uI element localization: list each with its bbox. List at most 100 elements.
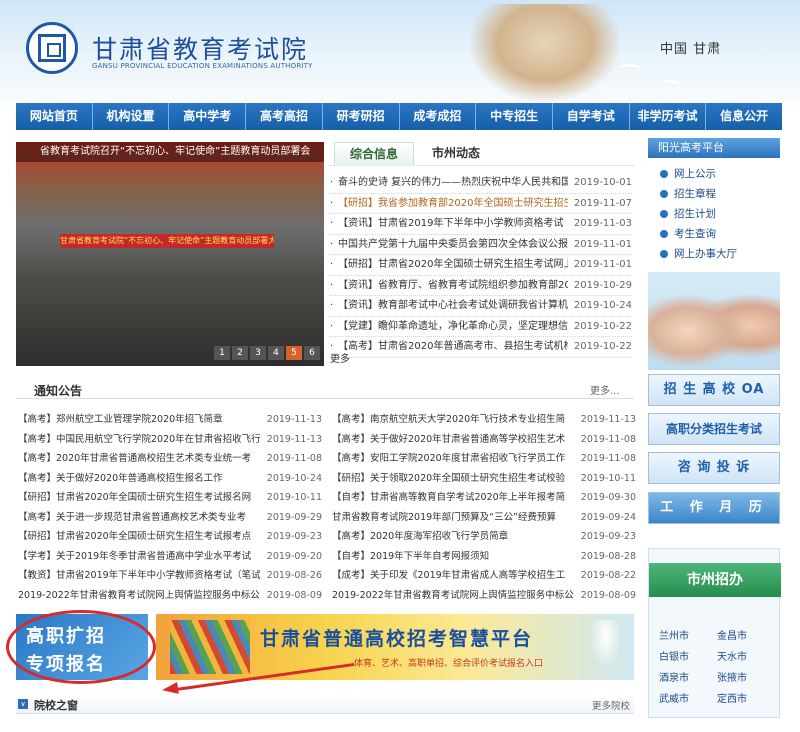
notice-item[interactable]: 【教资】甘肃省2019年下半年中小学教师资格考试（笔试 2019-08-26	[18, 566, 322, 586]
nav-adult-exam[interactable]: 成考成招	[400, 103, 477, 130]
news-item-title[interactable]: 【党建】瞻仰革命遗址，净化革命心灵，坚定理想信念	[338, 317, 568, 337]
news-slideshow[interactable]: 省教育考试院召开“不忘初心、牢记使命”主题教育动员部署会 甘肃省教育考试院“不忘…	[16, 142, 324, 366]
notice-item[interactable]: 【自考】2019年下半年自考网报须知 2019-08-28	[332, 547, 636, 567]
notice-item[interactable]: 【研招】关于领取2020年全国硕士研究生招生考试校验 2019-10-11	[332, 469, 636, 489]
sidebar-link-public-notice[interactable]: 网上公示	[660, 164, 737, 184]
notice-item-title[interactable]: 2019-2022年甘肃省教育考试院网上舆情监控服务中标公	[332, 586, 576, 606]
notice-item[interactable]: 【高考】安阳工学院2020年度甘肃省招收飞行学员工作 2019-11-08	[332, 449, 636, 469]
notice-item[interactable]: 甘肃省教育考试院2019年部门预算及“三公”经费预算 2019-09-24	[332, 508, 636, 528]
notice-item[interactable]: 【高考】关于进一步规范甘肃省普通高校艺术类专业考 2019-09-29	[18, 508, 322, 528]
news-item-title[interactable]: 奋斗的史诗 复兴的伟力——热烈庆祝中华人民共和国	[338, 173, 568, 193]
nav-graduate-exam[interactable]: 研考研招	[323, 103, 400, 130]
nav-self-study-exam[interactable]: 自学考试	[553, 103, 630, 130]
nav-non-degree-exam[interactable]: 非学历考试	[630, 103, 707, 130]
news-item-title[interactable]: 【研招】甘肃省2020年全国硕士研究生招生考试网上	[338, 255, 568, 275]
notice-item[interactable]: 【高考】2020年度海军招收飞行学员简章 2019-09-23	[332, 527, 636, 547]
site-logo[interactable]	[26, 22, 78, 74]
nav-gaokao[interactable]: 高考高招	[246, 103, 323, 130]
notice-item-title[interactable]: 【高考】关于进一步规范甘肃省普通高校艺术类专业考	[18, 508, 262, 528]
notice-item[interactable]: 【高考】中国民用航空飞行学院2020年在甘肃省招收飞行 2019-11-13	[18, 430, 322, 450]
notice-item-title[interactable]: 【研招】甘肃省2020年全国硕士研究生招生考试报名网	[18, 488, 262, 508]
notice-item-title[interactable]: 【高考】南京航空航天大学2020年飞行技术专业招生简	[332, 410, 576, 430]
city-link-zhangye[interactable]: 张掖市	[717, 669, 775, 684]
news-item[interactable]: · 奋斗的史诗 复兴的伟力——热烈庆祝中华人民共和国 2019-10-01	[330, 173, 632, 194]
news-item[interactable]: · 【资讯】教育部考试中心社会考试处调研我省计算机 2019-10-24	[330, 296, 632, 317]
news-item-title[interactable]: 【高考】甘肃省2020年普通高考市、县招生考试机构	[338, 337, 568, 357]
sidebar-link-candidate-query[interactable]: 考生查询	[660, 224, 737, 244]
notice-item-title[interactable]: 【高考】中国民用航空飞行学院2020年在甘肃省招收飞行	[18, 430, 262, 450]
notice-item[interactable]: 【成考】关于印发《2019年甘肃省成人高等学校招生工 2019-08-22	[332, 566, 636, 586]
notice-item[interactable]: 【高考】关于做好2020年甘肃省普通高等学校招生艺术 2019-11-08	[332, 430, 636, 450]
nav-information-disclosure[interactable]: 信息公开	[706, 103, 782, 130]
notice-item-title[interactable]: 【高考】2020年度海军招收飞行学员简章	[332, 527, 576, 547]
news-more-link[interactable]: 更多	[330, 350, 350, 365]
schools-more-link[interactable]: 更多院校	[592, 698, 630, 712]
notice-item[interactable]: 【高考】郑州航空工业管理学院2020年招飞简章 2019-11-13	[18, 410, 322, 430]
notice-item[interactable]: 【高考】2020年甘肃省普通高校招生艺术类专业统一考 2019-11-08	[18, 449, 322, 469]
sidebar-link-admission-rules[interactable]: 招生章程	[660, 184, 737, 204]
notice-item-title[interactable]: 【自考】2019年下半年自考网报须知	[332, 547, 576, 567]
city-link-tianshui[interactable]: 天水市	[717, 648, 775, 663]
slide-caption[interactable]: 省教育考试院召开“不忘初心、牢记使命”主题教育动员部署会	[16, 142, 324, 162]
slide-page-button[interactable]: 3	[250, 346, 266, 360]
notice-item-title[interactable]: 【研招】关于领取2020年全国硕士研究生招生考试校验	[332, 469, 576, 489]
notice-item-title[interactable]: 【自考】甘肃省高等教育自学考试2020年上半年报考简	[332, 488, 576, 508]
news-item[interactable]: · 【研招】我省参加教育部2020年全国硕士研究生招生 2019-11-07	[330, 194, 632, 214]
notice-item-title[interactable]: 甘肃省教育考试院2019年部门预算及“三公”经费预算	[332, 508, 576, 528]
news-item[interactable]: · 【高考】甘肃省2020年普通高考市、县招生考试机构 2019-10-22	[330, 337, 632, 358]
notice-item[interactable]: 2019-2022年甘肃省教育考试院网上舆情监控服务中标公 2019-08-09	[18, 586, 322, 606]
chevron-down-icon[interactable]: ∨	[18, 699, 28, 709]
notice-item-title[interactable]: 【高考】安阳工学院2020年度甘肃省招收飞行学员工作	[332, 449, 576, 469]
slide-page-button[interactable]: 1	[214, 346, 230, 360]
notice-item[interactable]: 【研招】甘肃省2020年全国硕士研究生招生考试报考点 2019-09-23	[18, 527, 322, 547]
work-calendar-button[interactable]: 工 作 月 历	[648, 492, 780, 524]
news-item[interactable]: · 中国共产党第十九届中央委员会第四次全体会议公报 2019-11-01	[330, 235, 632, 255]
notice-item-title[interactable]: 【高考】关于做好2020年普通高校招生报名工作	[18, 469, 262, 489]
notices-more-link[interactable]: 更多...	[590, 382, 620, 397]
tab-city-news[interactable]: 市州动态	[432, 142, 480, 166]
notice-item-title[interactable]: 【高考】郑州航空工业管理学院2020年招飞简章	[18, 410, 262, 430]
sidebar-link-admission-plan[interactable]: 招生计划	[660, 204, 737, 224]
smart-admission-platform-banner[interactable]: 甘肃省普通高校招考智慧平台 体育、艺术、高职单招、综合评价考试报名入口	[156, 614, 634, 680]
notice-item-title[interactable]: 【高考】2020年甘肃省普通高校招生艺术类专业统一考	[18, 449, 262, 469]
city-link-baiyin[interactable]: 白银市	[659, 648, 717, 663]
notice-item-title[interactable]: 【学考】关于2019年冬季甘肃省普通高中学业水平考试	[18, 547, 262, 567]
sidebar-link-online-service-hall[interactable]: 网上办事大厅	[660, 244, 737, 264]
notice-item-title[interactable]: 【研招】甘肃省2020年全国硕士研究生招生考试报考点	[18, 527, 262, 547]
admission-oa-button[interactable]: 招 生 高 校 OA	[648, 374, 780, 406]
news-item-title[interactable]: 中国共产党第十九届中央委员会第四次全体会议公报	[338, 235, 568, 255]
notice-item[interactable]: 2019-2022年甘肃省教育考试院网上舆情监控服务中标公 2019-08-09	[332, 586, 636, 606]
vocational-exam-button[interactable]: 高职分类招生考试	[648, 413, 780, 445]
nav-high-school-exam[interactable]: 高中学考	[169, 103, 247, 130]
slide-page-button-active[interactable]: 5	[286, 346, 302, 360]
city-link-jiuquan[interactable]: 酒泉市	[659, 669, 717, 684]
news-item[interactable]: · 【党建】瞻仰革命遗址，净化革命心灵，坚定理想信念 2019-10-22	[330, 317, 632, 337]
city-link-jinchang[interactable]: 金昌市	[717, 627, 775, 642]
news-item-title[interactable]: 【研招】我省参加教育部2020年全国硕士研究生招生	[338, 194, 568, 214]
notice-item[interactable]: 【学考】关于2019年冬季甘肃省普通高中学业水平考试 2019-09-20	[18, 547, 322, 567]
notice-item-title[interactable]: 【高考】关于做好2020年甘肃省普通高等学校招生艺术	[332, 430, 576, 450]
news-item[interactable]: · 【资讯】甘肃省2019年下半年中小学教师资格考试（笔 2019-11-03	[330, 214, 632, 235]
nav-organization[interactable]: 机构设置	[93, 103, 170, 130]
notice-item-title[interactable]: 【教资】甘肃省2019年下半年中小学教师资格考试（笔试	[18, 566, 262, 586]
inquiry-complaint-button[interactable]: 咨 询 投 诉	[648, 452, 780, 484]
notice-item-title[interactable]: 【成考】关于印发《2019年甘肃省成人高等学校招生工	[332, 566, 576, 586]
notice-item[interactable]: 【自考】甘肃省高等教育自学考试2020年上半年报考简 2019-09-30	[332, 488, 636, 508]
tab-general-info[interactable]: 综合信息	[334, 142, 414, 166]
notice-item-title[interactable]: 2019-2022年甘肃省教育考试院网上舆情监控服务中标公	[18, 586, 262, 606]
slide-page-button[interactable]: 6	[304, 346, 320, 360]
news-item[interactable]: · 【研招】甘肃省2020年全国硕士研究生招生考试网上 2019-11-01	[330, 255, 632, 276]
notice-item[interactable]: 【研招】甘肃省2020年全国硕士研究生招生考试报名网 2019-10-11	[18, 488, 322, 508]
city-link-wuwei[interactable]: 武威市	[659, 690, 717, 705]
notice-item[interactable]: 【高考】南京航空航天大学2020年飞行技术专业招生简 2019-11-13	[332, 410, 636, 430]
slide-page-button[interactable]: 2	[232, 346, 248, 360]
slide-page-button[interactable]: 4	[268, 346, 284, 360]
news-item-title[interactable]: 【资讯】甘肃省2019年下半年中小学教师资格考试（笔	[338, 214, 568, 234]
nav-vocational-admission[interactable]: 中专招生	[476, 103, 553, 130]
nav-home[interactable]: 网站首页	[16, 103, 93, 130]
city-link-dingxi[interactable]: 定西市	[717, 690, 775, 705]
notice-item[interactable]: 【高考】关于做好2020年普通高校招生报名工作 2019-10-24	[18, 469, 322, 489]
city-link-lanzhou[interactable]: 兰州市	[659, 627, 717, 642]
news-item-title[interactable]: 【资讯】省教育厅、省教育考试院组织参加教育部20	[338, 276, 568, 296]
news-item[interactable]: · 【资讯】省教育厅、省教育考试院组织参加教育部20 2019-10-29	[330, 276, 632, 296]
